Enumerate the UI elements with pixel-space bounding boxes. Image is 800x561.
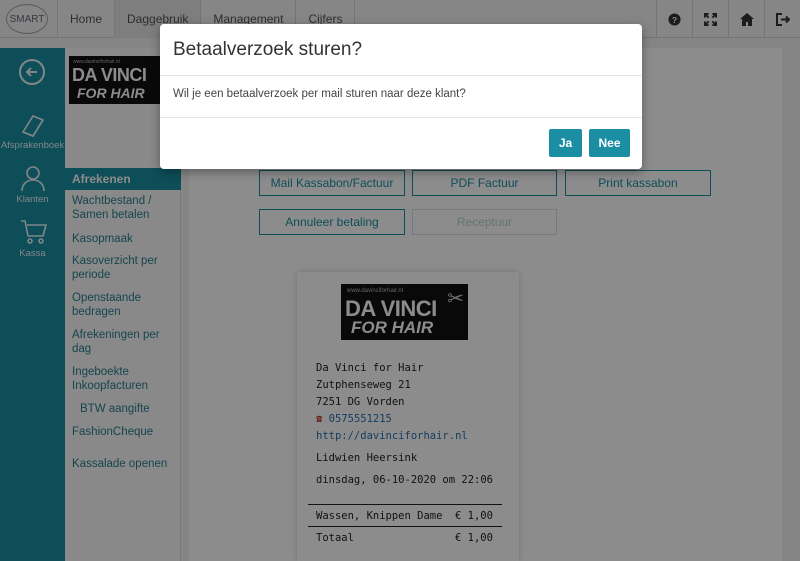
- dialog-divider-top: [160, 75, 642, 76]
- yes-button[interactable]: Ja: [549, 129, 582, 157]
- dialog-message: Wil je een betaalverzoek per mail sturen…: [173, 88, 466, 100]
- payment-request-dialog: Betaalverzoek sturen? Wil je een betaalv…: [160, 24, 642, 169]
- dialog-divider-bottom: [160, 117, 642, 118]
- dialog-title: Betaalverzoek sturen?: [173, 39, 363, 60]
- no-button[interactable]: Nee: [589, 129, 630, 157]
